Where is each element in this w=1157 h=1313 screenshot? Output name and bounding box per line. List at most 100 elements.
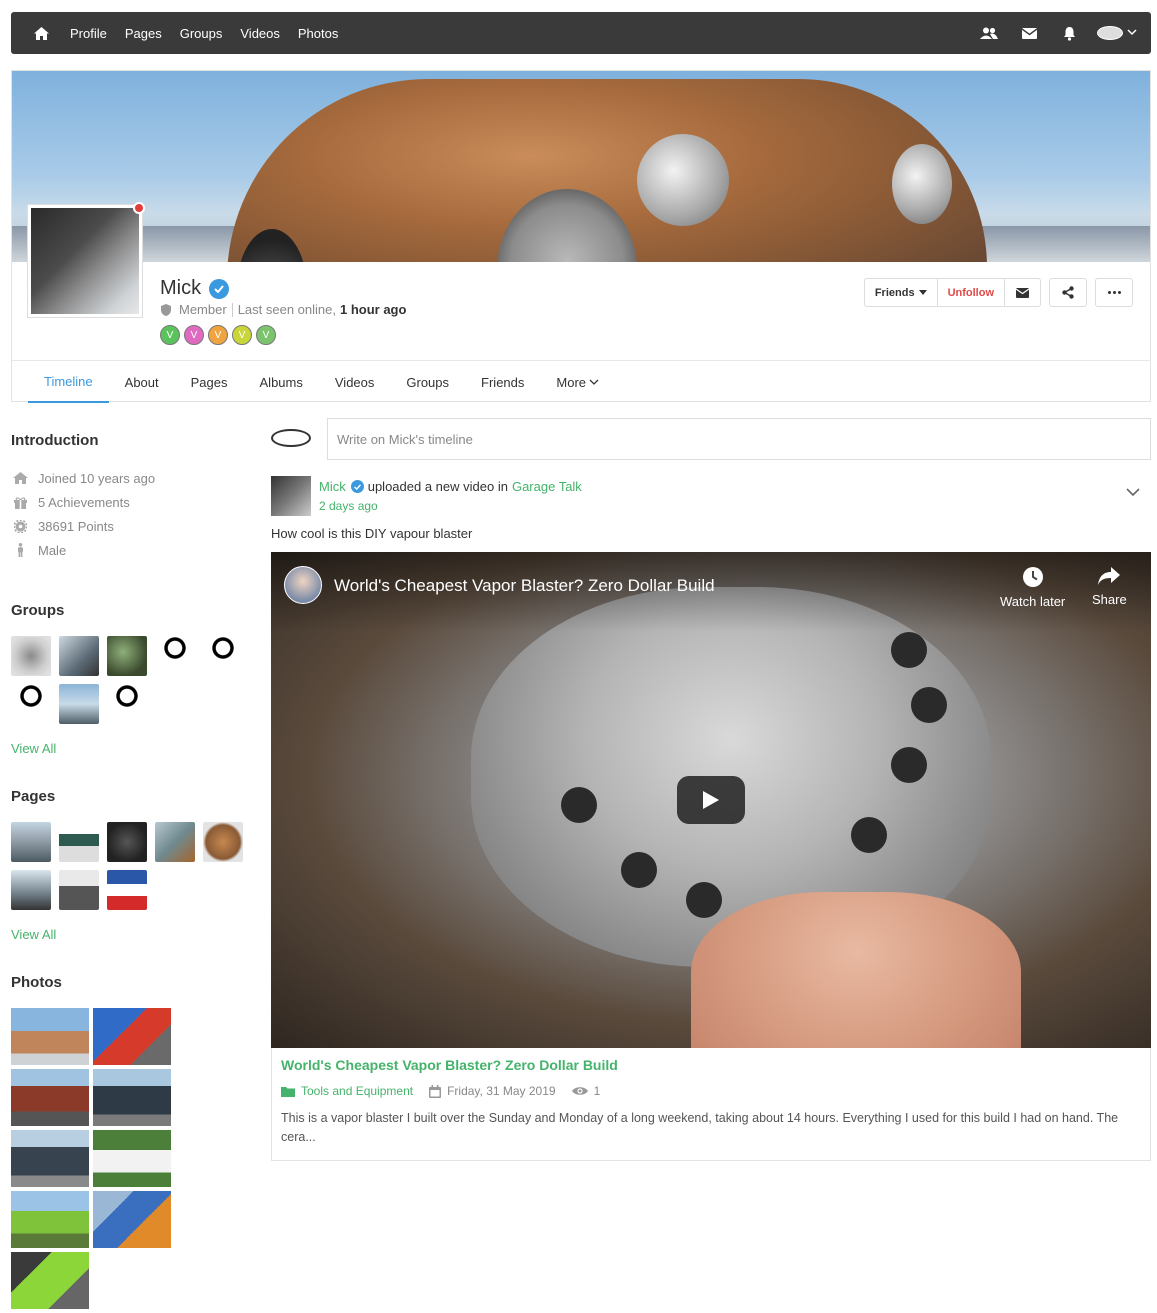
message-button[interactable] (1004, 279, 1040, 306)
home-icon[interactable] (30, 22, 52, 44)
group-thumbnail[interactable] (203, 636, 243, 676)
more-options-button[interactable] (1096, 279, 1132, 306)
online-status-dot (133, 202, 145, 214)
tab-videos[interactable]: Videos (319, 361, 391, 403)
video-share-button[interactable]: Share (1092, 566, 1127, 607)
badge-icon[interactable]: V (160, 325, 180, 345)
friends-icon[interactable] (969, 12, 1009, 54)
group-thumbnail[interactable] (107, 684, 147, 724)
timeline-composer-input[interactable]: Write on Mick's timeline (327, 418, 1151, 460)
photo-thumbnail[interactable] (93, 1130, 171, 1187)
groups-title: Groups (11, 602, 65, 619)
intro-gender: Male (11, 538, 251, 562)
profile-name: Mick (160, 277, 230, 300)
envelope-icon (1016, 287, 1029, 298)
photo-thumbnail[interactable] (11, 1252, 89, 1309)
share-arrow-icon (1092, 566, 1127, 586)
page-thumbnail[interactable] (107, 870, 147, 910)
photo-thumbnail[interactable] (11, 1069, 89, 1126)
post-author-avatar[interactable] (271, 476, 311, 516)
ellipsis-icon (1107, 291, 1121, 294)
post-timestamp[interactable]: 2 days ago (319, 499, 378, 513)
video-category-link[interactable]: Tools and Equipment (301, 1084, 413, 1098)
badge-icon[interactable]: V (256, 325, 276, 345)
cover-photo[interactable] (12, 71, 1150, 262)
tab-more[interactable]: More (540, 361, 615, 403)
page-thumbnail[interactable] (59, 870, 99, 910)
clock-icon (1000, 566, 1065, 588)
nav-right-icons (969, 12, 1137, 54)
group-thumbnail[interactable] (59, 636, 99, 676)
tab-pages[interactable]: Pages (175, 361, 244, 403)
user-avatar-menu[interactable] (1097, 26, 1123, 40)
badge-icon[interactable]: V (232, 325, 252, 345)
current-user-avatar (271, 429, 311, 447)
nav-link-videos[interactable]: Videos (240, 26, 280, 41)
pages-view-all-link[interactable]: View All (11, 927, 251, 942)
photo-thumbnail[interactable] (93, 1008, 171, 1065)
video-info-title[interactable]: World's Cheapest Vapor Blaster? Zero Dol… (281, 1057, 1141, 1073)
tab-friends[interactable]: Friends (465, 361, 540, 403)
profile-name-text: Mick (160, 277, 202, 299)
profile-meta: Member Last seen online, 1 hour ago (160, 302, 406, 317)
post-text: How cool is this DIY vapour blaster (271, 526, 473, 541)
share-button[interactable] (1050, 279, 1086, 306)
badge-icon[interactable]: V (184, 325, 204, 345)
video-title[interactable]: World's Cheapest Vapor Blaster? Zero Dol… (334, 576, 715, 596)
photo-thumbnail[interactable] (11, 1130, 89, 1187)
achievement-badges: V V V V V (160, 325, 280, 345)
play-button[interactable] (677, 776, 745, 824)
photo-thumbnail[interactable] (11, 1191, 89, 1248)
badge-icon[interactable]: V (208, 325, 228, 345)
eye-icon (571, 1086, 588, 1096)
photo-thumbnail[interactable] (93, 1069, 171, 1126)
group-thumbnail[interactable] (155, 636, 195, 676)
page-thumbnail[interactable] (203, 822, 243, 862)
unfollow-button[interactable]: Unfollow (936, 279, 1004, 306)
profile-avatar[interactable] (28, 202, 145, 317)
profile-tabs: Timeline About Pages Albums Videos Group… (12, 360, 1150, 403)
chevron-down-icon[interactable] (1127, 28, 1137, 39)
gear-icon (11, 519, 29, 533)
person-icon (11, 543, 29, 557)
messages-icon[interactable] (1009, 12, 1049, 54)
group-thumbnail[interactable] (11, 684, 51, 724)
nav-link-pages[interactable]: Pages (125, 26, 162, 41)
video-player[interactable]: World's Cheapest Vapor Blaster? Zero Dol… (271, 552, 1151, 1048)
group-thumbnail[interactable] (107, 636, 147, 676)
shield-icon (160, 303, 172, 317)
post-options-chevron-icon[interactable] (1126, 484, 1140, 498)
post-action-text: uploaded a new video in (367, 479, 508, 494)
photo-thumbnail[interactable] (93, 1191, 171, 1248)
page-thumbnail[interactable] (107, 822, 147, 862)
page-thumbnail[interactable] (11, 822, 51, 862)
page-thumbnail[interactable] (59, 822, 99, 862)
nav-link-photos[interactable]: Photos (298, 26, 338, 41)
chevron-down-icon (589, 379, 599, 385)
nav-link-groups[interactable]: Groups (180, 26, 223, 41)
watch-later-button[interactable]: Watch later (1000, 566, 1065, 609)
nav-link-profile[interactable]: Profile (70, 26, 107, 41)
group-thumbnail[interactable] (59, 684, 99, 724)
post-author-link[interactable]: Mick (319, 479, 346, 494)
profile-header-card: Mick Member Last seen online, 1 hour ago… (11, 70, 1151, 403)
page-thumbnail[interactable] (155, 822, 195, 862)
tab-groups[interactable]: Groups (390, 361, 465, 403)
share-icon (1062, 286, 1074, 299)
pages-title: Pages (11, 788, 56, 805)
post-group-link[interactable]: Garage Talk (512, 479, 582, 494)
tab-timeline[interactable]: Timeline (28, 361, 109, 403)
pages-grid (11, 822, 251, 918)
last-seen-label: Last seen online, (237, 302, 336, 317)
video-info-meta: Tools and Equipment Friday, 31 May 2019 … (281, 1084, 1141, 1098)
group-thumbnail[interactable] (11, 636, 51, 676)
photo-thumbnail[interactable] (11, 1008, 89, 1065)
groups-view-all-link[interactable]: View All (11, 741, 251, 756)
left-sidebar: Introduction Joined 10 years ago 5 Achie… (11, 420, 251, 1313)
notifications-bell-icon[interactable] (1049, 12, 1089, 54)
friends-dropdown-button[interactable]: Friends (865, 279, 937, 306)
page-thumbnail[interactable] (11, 870, 51, 910)
tab-about[interactable]: About (109, 361, 175, 403)
video-channel-avatar[interactable] (284, 566, 322, 604)
tab-albums[interactable]: Albums (244, 361, 319, 403)
